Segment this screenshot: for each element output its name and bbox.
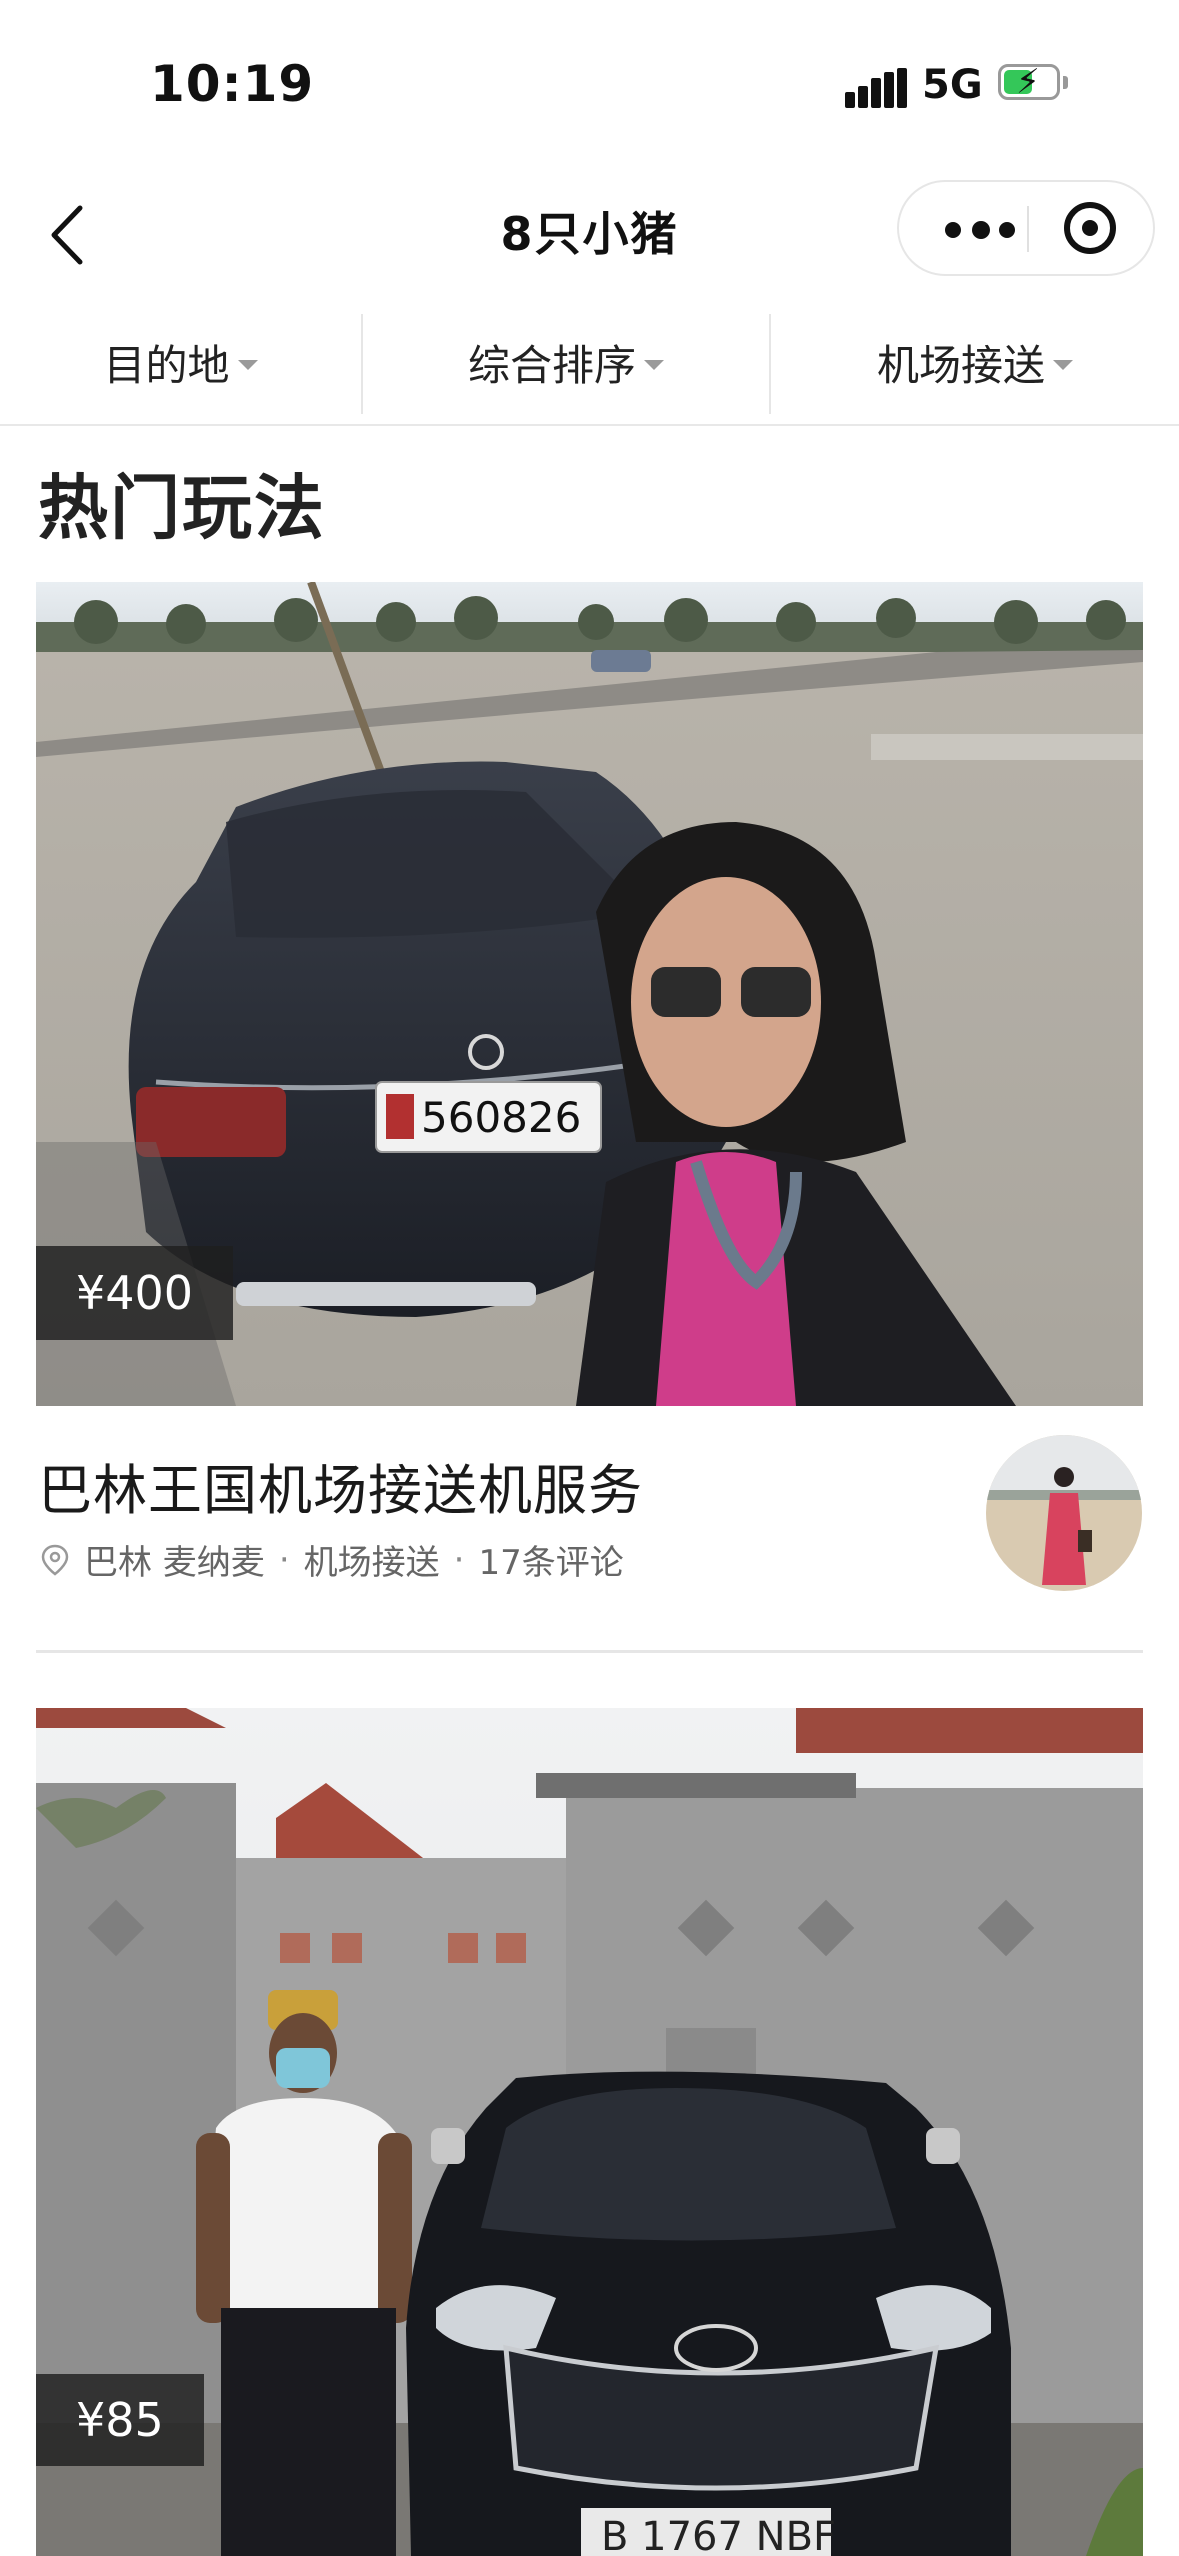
signal-icon [845, 68, 907, 108]
price-badge: ¥85 [36, 2374, 204, 2466]
license-plate-text: 560826 [421, 1093, 581, 1142]
avatar-image [986, 1435, 1142, 1591]
meta-separator: · [453, 1539, 465, 1580]
filter-destination-label: 目的地 [103, 340, 230, 390]
filter-destination[interactable]: 目的地 [0, 300, 361, 424]
item-photo[interactable]: 560826 ¥400 [36, 582, 1143, 1406]
filter-bar: 目的地 综合排序 机场接送 [0, 300, 1179, 426]
status-time: 10:19 [150, 55, 315, 113]
item-title[interactable]: 巴林王国机场接送机服务 [38, 1446, 643, 1525]
caret-down-icon [1053, 360, 1073, 370]
filter-sort-label: 综合排序 [467, 340, 636, 390]
item-meta: 巴林 麦纳麦 · 机场接送 · 17条评论 [38, 1535, 624, 1584]
caret-down-icon [644, 360, 664, 370]
host-avatar[interactable] [986, 1435, 1142, 1591]
status-bar: 10:19 5G ⚡ [0, 0, 1179, 170]
license-plate-text: B 1767 NBF [601, 2514, 836, 2556]
filter-category-label: 机场接送 [876, 340, 1045, 390]
more-dots-icon[interactable] [935, 182, 1025, 274]
target-circle-icon[interactable] [1064, 202, 1116, 254]
filter-sort[interactable]: 综合排序 [363, 300, 769, 424]
capsule-divider [1027, 206, 1029, 252]
card-divider [36, 1650, 1143, 1653]
price-badge: ¥400 [36, 1246, 234, 1340]
battery-icon: ⚡ [998, 62, 1070, 104]
filter-category[interactable]: 机场接送 [771, 300, 1179, 424]
mini-program-capsule [897, 180, 1155, 276]
nav-bar: 8只小猪 [0, 170, 1179, 300]
item-location: 巴林 麦纳麦 [84, 1543, 265, 1583]
location-pin-icon [41, 1544, 69, 1576]
network-type: 5G [922, 62, 983, 108]
caret-down-icon [237, 360, 258, 370]
item-category: 机场接送 [303, 1543, 440, 1583]
section-title: 热门玩法 [38, 467, 326, 549]
item-reviews: 17条评论 [478, 1543, 624, 1583]
meta-separator: · [278, 1539, 290, 1580]
item-photo[interactable]: B 1767 NBF ¥85 [36, 1708, 1143, 2556]
